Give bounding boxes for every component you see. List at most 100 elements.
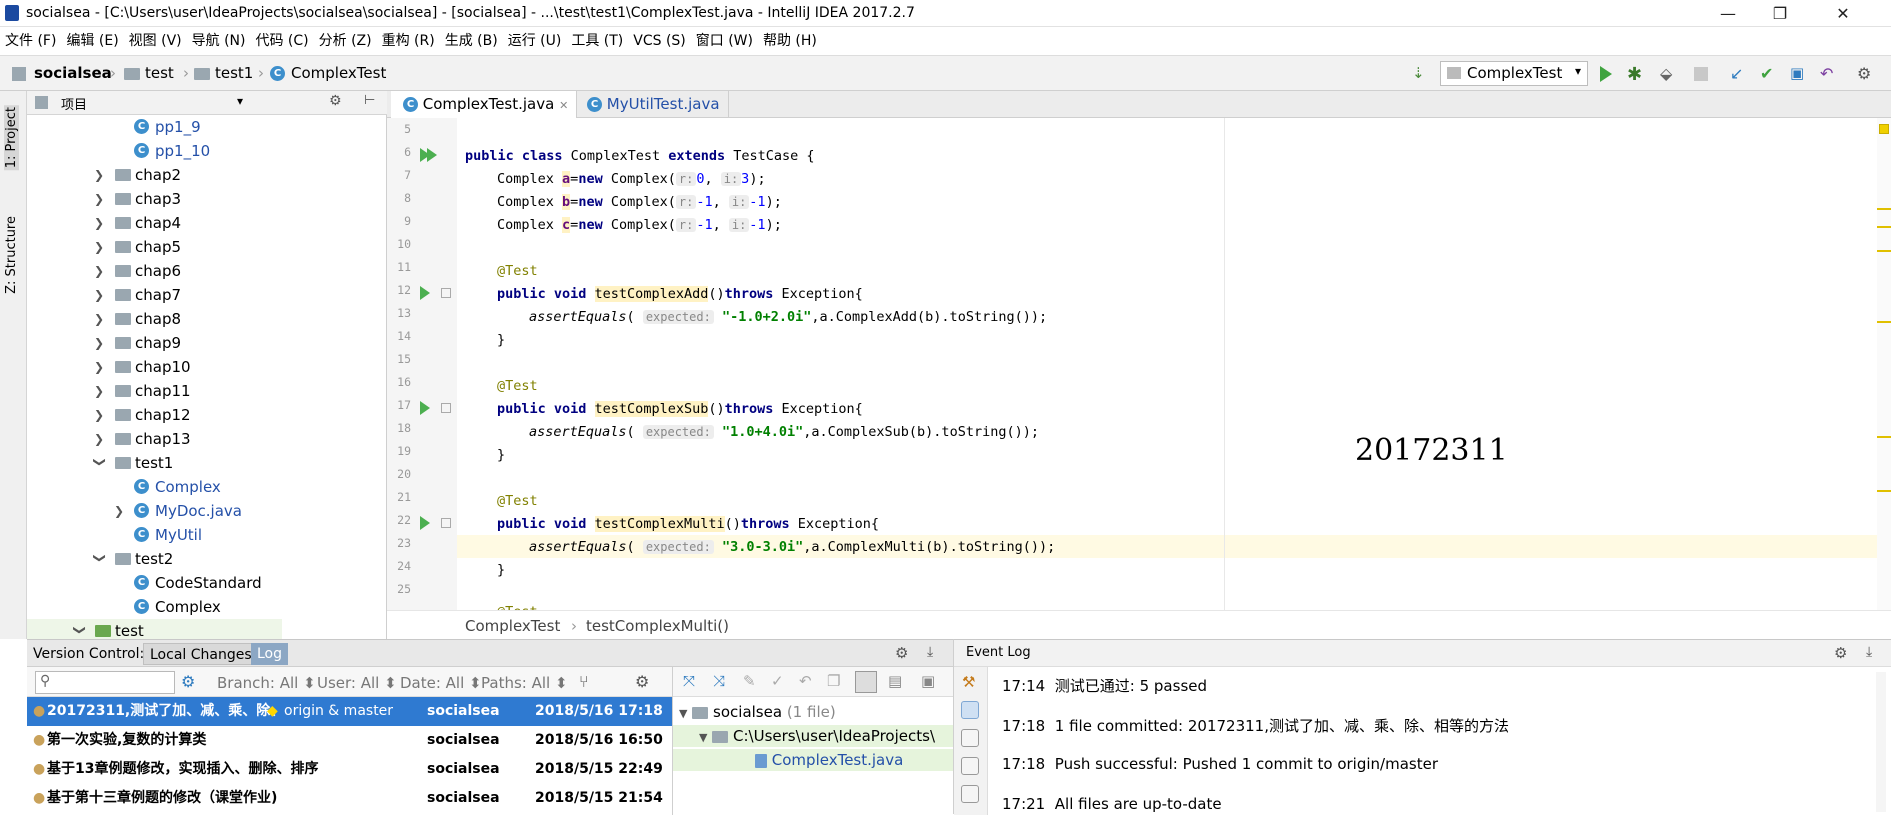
chevron-right-icon[interactable]: ❯ (94, 379, 106, 403)
compare-icon[interactable]: ✓ (771, 672, 784, 690)
tree-item[interactable]: Cpp1_10 (27, 139, 387, 163)
gear-icon[interactable]: ⚙ (329, 93, 342, 109)
chevron-right-icon[interactable]: ❯ (94, 283, 106, 307)
menu-file[interactable]: 文件 (F) (0, 27, 61, 55)
menu-code[interactable]: 代码 (C) (250, 27, 313, 55)
menu-run[interactable]: 运行 (U) (503, 27, 567, 55)
chevron-right-icon[interactable]: ❯ (94, 235, 106, 259)
run-test-icon[interactable] (420, 401, 430, 415)
chevron-right-icon[interactable]: ❯ (94, 187, 106, 211)
marker[interactable] (1877, 208, 1891, 210)
chevron-right-icon[interactable]: ❯ (114, 499, 126, 523)
hide-panel-icon[interactable]: ⤓ (1866, 644, 1872, 660)
tree-item[interactable]: C Complex (27, 475, 387, 499)
group-by-icon[interactable] (855, 671, 877, 693)
menu-build[interactable]: 生成 (B) (440, 27, 503, 55)
minimize-button[interactable]: — (1705, 0, 1751, 27)
gear-icon[interactable]: ⚙ (895, 644, 908, 662)
branch-filter[interactable]: Branch: All ⬍ (217, 674, 316, 692)
tree-item[interactable]: Cpp1_9 (27, 115, 387, 139)
mark-read-icon[interactable] (961, 757, 979, 775)
menu-tools[interactable]: 工具 (T) (566, 27, 628, 55)
expand-icon[interactable]: ⤧ (683, 672, 695, 690)
tree-item[interactable]: ❯ chap6 (27, 259, 387, 283)
breadcrumb-project[interactable]: socialsea (34, 64, 112, 82)
run-config-select[interactable]: ComplexTest ▾ (1440, 61, 1588, 86)
hide-panel-icon[interactable]: ⤓ (927, 644, 933, 660)
breadcrumb-class[interactable]: ComplexTest (291, 64, 386, 82)
tree-item[interactable]: C Complex (27, 595, 387, 619)
tree-item[interactable]: ❯ C MyDoc.java (27, 499, 387, 523)
commit-row[interactable]: ● 第一次实验,复数的计算类 socialsea 2018/5/16 16:50 (27, 726, 672, 755)
tree-item[interactable]: ❯ chap2 (27, 163, 387, 187)
tree-item[interactable]: ❯ chap12 (27, 403, 387, 427)
chevron-right-icon[interactable]: ❯ (94, 355, 106, 379)
hide-panel-icon[interactable]: ⊢ (364, 93, 375, 108)
tree-item[interactable]: ❯ chap9 (27, 331, 387, 355)
menu-view[interactable]: 视图 (V) (124, 27, 187, 55)
scrollbar[interactable] (1876, 672, 1886, 812)
commit-row[interactable]: ● 基于13章例题修改，实现插入、删除、排序 socialsea 2018/5/… (27, 755, 672, 784)
vcs-commit-icon[interactable]: ✔ (1760, 64, 1780, 84)
tree-item[interactable]: ❯ chap7 (27, 283, 387, 307)
sort-icon[interactable]: ⇣ (1412, 64, 1425, 82)
more-icon[interactable]: ▣ (921, 672, 935, 690)
tree-item[interactable]: ❯ chap11 (27, 379, 387, 403)
breadcrumb-class[interactable]: ComplexTest (465, 617, 560, 635)
settings-icon[interactable]: ⚒ (962, 673, 980, 691)
tree-item[interactable]: C MyUtil (27, 523, 387, 547)
tree-item[interactable]: ❯ chap5 (27, 235, 387, 259)
marker[interactable] (1877, 490, 1891, 492)
run-test-icon[interactable] (420, 286, 430, 300)
tab-complextest[interactable]: C ComplexTest.java ✕ (391, 91, 578, 118)
tab-log[interactable]: Log (251, 643, 289, 665)
breadcrumb-test[interactable]: test (145, 64, 174, 82)
stop-icon[interactable] (1694, 67, 1708, 81)
menu-analyze[interactable]: 分析 (Z) (314, 27, 377, 55)
marker[interactable] (1877, 250, 1891, 252)
changed-file[interactable]: ComplexTest.java (755, 751, 903, 769)
clear-icon[interactable] (961, 785, 979, 803)
tree-item[interactable]: ❯ test1 (27, 451, 387, 475)
vcs-update-icon[interactable]: ↙ (1730, 64, 1750, 84)
refresh-icon[interactable]: ⚙ (181, 672, 195, 691)
user-filter[interactable]: User: All ⬍ (317, 674, 397, 692)
chevron-down-icon[interactable]: ❯ (88, 457, 112, 469)
files-path[interactable]: ▼ C:\Users\user\IdeaProjects\ (699, 727, 954, 745)
run-test-icon[interactable] (420, 516, 430, 530)
preview-icon[interactable]: ▤ (888, 672, 902, 690)
debug-icon[interactable]: ✱ (1627, 64, 1647, 85)
gear-icon[interactable]: ⚙ (1834, 644, 1847, 662)
marker[interactable] (1877, 226, 1891, 228)
structure-tool-tab[interactable]: Z: Structure (4, 216, 19, 294)
chevron-down-icon[interactable]: ▾ (237, 94, 243, 108)
settings-icon[interactable]: ⚙ (1857, 64, 1877, 84)
tree-item[interactable]: ❯ chap13 (27, 427, 387, 451)
settings-icon[interactable]: ⚙ (635, 672, 649, 691)
warning-indicator-icon[interactable] (1879, 124, 1889, 134)
code-editor[interactable]: public class ComplexTest extends TestCas… (457, 118, 1877, 610)
fold-icon[interactable] (441, 518, 451, 528)
fold-icon[interactable] (441, 403, 451, 413)
run-icon[interactable] (1600, 66, 1612, 82)
tree-item[interactable]: ❯ chap10 (27, 355, 387, 379)
commit-row[interactable]: ● 基于第十三章例题的修改（课堂作业) socialsea 2018/5/15 … (27, 784, 672, 813)
tree-item[interactable]: ❯ test2 (27, 547, 387, 571)
chevron-right-icon[interactable]: ❯ (94, 307, 106, 331)
menu-window[interactable]: 窗口 (W) (691, 27, 758, 55)
run-class-icon[interactable] (427, 148, 437, 162)
menu-edit[interactable]: 编辑 (E) (61, 27, 123, 55)
branch-icon[interactable]: ⑂ (579, 672, 589, 691)
chevron-down-icon[interactable]: ❯ (68, 625, 92, 637)
marker[interactable] (1877, 436, 1891, 438)
tab-local-changes[interactable]: Local Changes (143, 643, 259, 665)
chevron-right-icon[interactable]: ❯ (94, 331, 106, 355)
search-input[interactable]: ⚲ (35, 671, 175, 694)
maximize-button[interactable]: ❐ (1757, 0, 1803, 27)
tree-item[interactable]: ❯ chap8 (27, 307, 387, 331)
chevron-right-icon[interactable]: ❯ (94, 163, 106, 187)
fold-icon[interactable] (441, 288, 451, 298)
scroll-to-end-icon[interactable] (961, 729, 979, 747)
coverage-icon[interactable]: ⬙ (1660, 64, 1680, 84)
menu-refactor[interactable]: 重构 (R) (377, 27, 440, 55)
